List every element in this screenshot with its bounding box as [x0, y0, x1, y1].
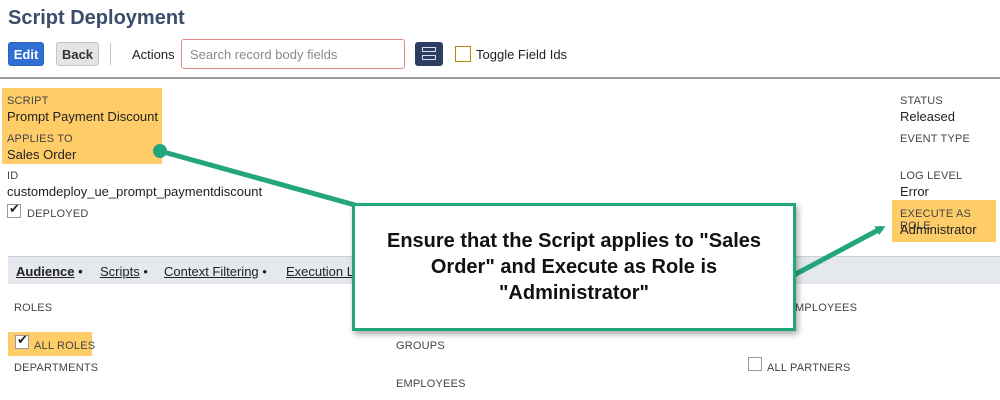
applies-to-label: APPLIES TO	[7, 133, 73, 145]
check-icon: ✔	[9, 201, 20, 216]
toggle-field-ids-label: Toggle Field Ids	[476, 47, 568, 62]
all-roles-checkbox[interactable]: ✔	[15, 332, 29, 349]
script-label: SCRIPT	[7, 95, 49, 107]
callout-text: Ensure that the Script applies to "Sales…	[386, 230, 762, 304]
all-employees-label: MPLOYEES	[795, 302, 858, 314]
deployed-label: DEPLOYED	[27, 208, 89, 220]
all-roles-label: ALL ROLES	[34, 340, 96, 352]
tab-audience[interactable]: Audience •	[16, 264, 83, 279]
instruction-callout: Ensure that the Script applies to "Sales…	[352, 203, 796, 331]
id-label: ID	[7, 170, 19, 182]
back-button[interactable]: Back	[56, 42, 99, 66]
event-type-label: EVENT TYPE	[900, 133, 971, 145]
execute-as-role-value: Administrator	[900, 222, 977, 237]
tab-scripts[interactable]: Scripts •	[100, 264, 148, 279]
toggle-field-ids-checkbox[interactable]	[455, 46, 471, 62]
deployed-checkbox: ✔	[7, 201, 21, 218]
page-title: Script Deployment	[8, 7, 185, 29]
toolbar-divider	[110, 43, 111, 65]
log-level-label: LOG LEVEL	[900, 170, 963, 182]
layout-toggle-icon[interactable]	[415, 42, 443, 66]
employees-label: EMPLOYEES	[396, 378, 466, 390]
applies-to-value: Sales Order	[7, 147, 77, 162]
tab-execution-log-label: Execution L	[286, 264, 354, 279]
actions-menu[interactable]: Actions	[132, 47, 175, 62]
status-label: STATUS	[900, 95, 943, 107]
departments-label: DEPARTMENTS	[14, 362, 99, 374]
log-level-value: Error	[900, 184, 929, 199]
script-value[interactable]: Prompt Payment Discount	[7, 109, 158, 124]
check-icon: ✔	[17, 332, 28, 347]
tab-scripts-label: Scripts	[100, 264, 140, 279]
edit-button[interactable]: Edit	[8, 42, 44, 66]
tab-context-filtering-label: Context Filtering	[164, 264, 259, 279]
tab-execution-log[interactable]: Execution L	[286, 264, 354, 279]
groups-label: GROUPS	[396, 340, 445, 352]
tab-audience-label: Audience	[16, 264, 75, 279]
status-value: Released	[900, 109, 955, 124]
all-partners-checkbox[interactable]	[748, 357, 762, 371]
all-partners-label: ALL PARTNERS	[767, 362, 851, 374]
tab-context-filtering[interactable]: Context Filtering •	[164, 264, 267, 279]
search-input[interactable]	[181, 39, 405, 69]
id-value: customdeploy_ue_prompt_paymentdiscount	[7, 184, 263, 199]
header-divider	[0, 77, 1000, 79]
roles-label: ROLES	[14, 302, 53, 314]
